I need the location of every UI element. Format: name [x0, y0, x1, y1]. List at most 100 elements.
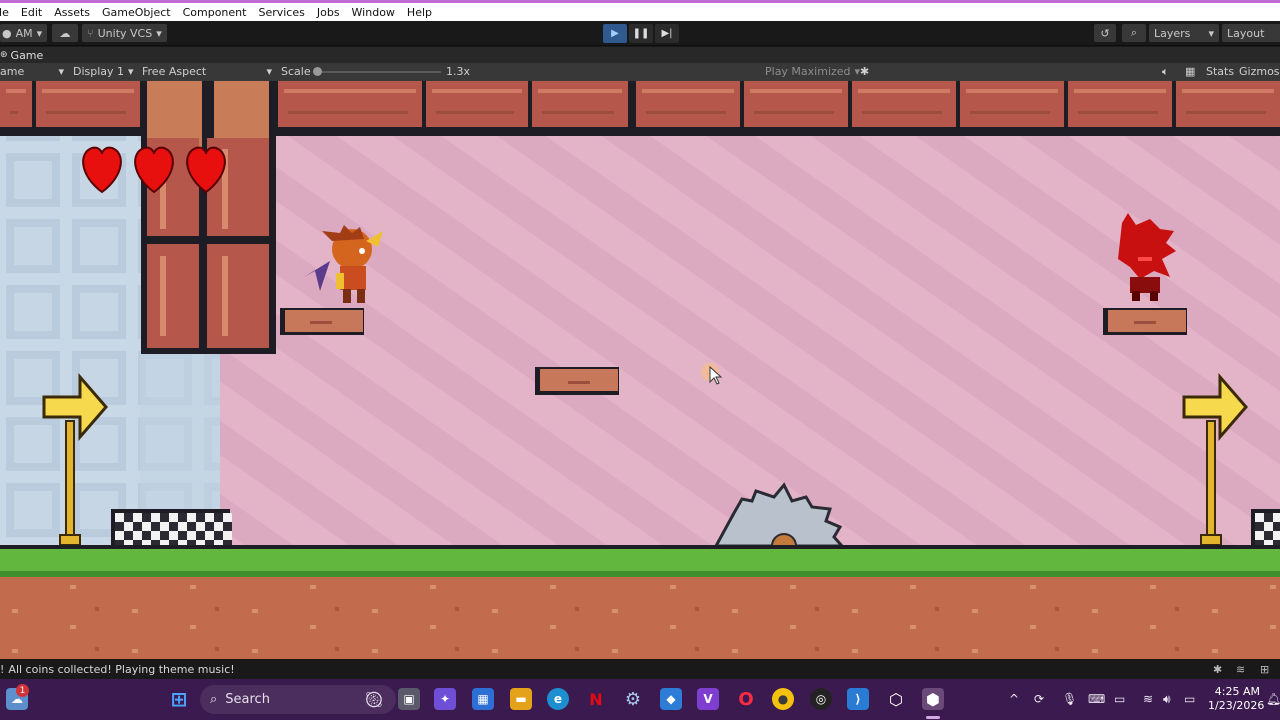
mute-button[interactable]: 🔈︎: [1162, 65, 1169, 79]
gizmos-label: Gizmos: [1239, 65, 1280, 78]
checker-tile: [196, 531, 205, 540]
game-view[interactable]: [0, 81, 1280, 659]
taskbar-search[interactable]: ⌕ Search 🥘︎: [200, 685, 396, 714]
checker-tile: [142, 531, 151, 540]
life-hearts: [82, 146, 226, 194]
scale-slider-handle[interactable]: [313, 67, 322, 76]
aspect-label: Free Aspect: [142, 65, 207, 78]
search-highlight-icon: 🥘︎: [363, 690, 384, 709]
search-placeholder: Search: [225, 692, 270, 707]
game-tab-header: ⊛ Game: [0, 47, 1280, 63]
layers-label: Layers: [1154, 26, 1191, 40]
chrome-icon[interactable]: ●: [772, 688, 794, 710]
checker-tile: [187, 513, 196, 522]
unity-editor-icon[interactable]: ⬢: [922, 688, 944, 710]
clock[interactable]: 4:25 AM 1/23/2026: [1208, 685, 1264, 713]
battery-icon[interactable]: ▭: [1184, 692, 1195, 706]
account-dropdown[interactable]: ● AM ▾: [0, 24, 48, 42]
checker-tile: [1255, 513, 1264, 522]
menu-component[interactable]: Component: [183, 6, 255, 19]
network-icon[interactable]: ⊞: [1260, 663, 1269, 676]
windows-start-icon[interactable]: ⊞: [168, 687, 190, 711]
visual-studio-icon[interactable]: V: [697, 688, 719, 710]
menu-gameobject[interactable]: GameObject: [102, 6, 179, 19]
tray-overflow-icon[interactable]: ^: [1009, 692, 1019, 706]
scale-slider-track[interactable]: [313, 67, 441, 76]
pause-button[interactable]: ❚❚: [629, 24, 653, 43]
game-view-toolbar: ame ▾ Display 1 ▾ Free Aspect ▾ Scale 1.…: [0, 63, 1280, 81]
layers-icon[interactable]: ≋: [1236, 663, 1245, 676]
chevron-down-icon: ▾: [1208, 26, 1214, 40]
store-icon[interactable]: ▦: [472, 688, 494, 710]
debug-icon[interactable]: ✱: [1213, 663, 1222, 676]
menu-jobs[interactable]: Jobs: [317, 6, 348, 19]
checker-tile: [1273, 522, 1280, 531]
menu-bar: ile Edit Assets GameObject Component Ser…: [0, 3, 1280, 21]
menu-help[interactable]: Help: [407, 6, 440, 19]
aspect-dropdown[interactable]: Free Aspect ▾: [142, 65, 272, 78]
checker-tile: [160, 513, 169, 522]
task-view-icon[interactable]: ▣: [398, 688, 420, 710]
display-dropdown[interactable]: Display 1 ▾: [73, 65, 134, 78]
volume-icon[interactable]: 🔊︎: [1163, 692, 1171, 707]
platform: [1103, 308, 1187, 335]
checker-tile: [178, 531, 187, 540]
microphone-icon[interactable]: 🎙︎: [1062, 692, 1077, 706]
menu-services[interactable]: Services: [258, 6, 312, 19]
checker-tile: [169, 522, 178, 531]
gizmos-button[interactable]: Gizmos: [1239, 65, 1280, 78]
search-icon: ⌕: [1130, 26, 1138, 39]
edge-icon[interactable]: e: [547, 688, 569, 710]
active-app-indicator: [926, 716, 940, 719]
dirt: [0, 577, 1280, 659]
step-button[interactable]: ▶|: [655, 24, 679, 43]
settings-icon[interactable]: ⚙: [622, 688, 644, 710]
menu-edit[interactable]: Edit: [21, 6, 50, 19]
bug-button[interactable]: ✱: [860, 65, 869, 78]
layout-dropdown[interactable]: Layout: [1222, 24, 1280, 42]
menu-window[interactable]: Window: [352, 6, 403, 19]
account-icon: ●: [2, 26, 12, 40]
checkpoint-flag-block: [111, 509, 232, 549]
copilot-icon[interactable]: ✦: [434, 688, 456, 710]
layout-label: Layout: [1227, 26, 1265, 40]
checker-tile: [1264, 522, 1273, 531]
unity-hub-icon[interactable]: ⬡: [885, 688, 907, 710]
play-button[interactable]: ▶: [603, 24, 627, 43]
search-button[interactable]: ⌕: [1122, 24, 1146, 42]
history-button[interactable]: ↺: [1094, 24, 1116, 42]
obs-icon[interactable]: ◎: [810, 688, 832, 710]
console-status-bar[interactable]: ! All coins collected! Playing theme mus…: [0, 659, 1280, 679]
menu-assets[interactable]: Assets: [54, 6, 98, 19]
pause-icon: ❚❚: [632, 28, 650, 39]
checker-tile: [1273, 531, 1280, 540]
netflix-icon[interactable]: N: [585, 688, 607, 710]
grid-button[interactable]: ▦: [1185, 65, 1195, 78]
chevron-down-icon: ▾: [36, 26, 43, 40]
checker-tile: [1273, 513, 1280, 522]
menu-file[interactable]: ile: [0, 6, 17, 19]
speaker-icon: 🔈︎: [1162, 65, 1169, 78]
stats-button[interactable]: Stats: [1206, 65, 1234, 78]
vcs-dropdown[interactable]: ⑂ Unity VCS ▾: [82, 24, 167, 42]
tab-game[interactable]: Game: [11, 49, 44, 62]
view-select-dropdown[interactable]: ame ▾: [0, 65, 64, 78]
play-controls: ▶ ❚❚ ▶|: [603, 24, 679, 43]
display-icon[interactable]: ▭: [1114, 692, 1125, 706]
cloud-button[interactable]: ☁: [52, 24, 78, 42]
play-maximized-dropdown[interactable]: Play Maximized ▾: [765, 65, 860, 78]
opera-icon[interactable]: O: [735, 688, 757, 710]
file-explorer-icon[interactable]: ▬: [510, 688, 532, 710]
wifi-icon[interactable]: ≋: [1143, 692, 1153, 706]
display-label: Display 1: [73, 65, 125, 78]
branch-icon: ⑂: [87, 26, 94, 40]
vscode-icon[interactable]: ⟩: [847, 688, 869, 710]
checker-tile: [133, 513, 142, 522]
checker-tile: [160, 531, 169, 540]
office-icon[interactable]: ◆: [660, 688, 682, 710]
keyboard-icon[interactable]: ⌨: [1088, 692, 1105, 706]
layers-dropdown[interactable]: Layers ▾: [1149, 24, 1219, 42]
sync-icon[interactable]: ⟳: [1034, 692, 1044, 706]
checker-tile: [115, 513, 124, 522]
notification-bell-icon[interactable]: 🔔︎: [1266, 692, 1280, 706]
